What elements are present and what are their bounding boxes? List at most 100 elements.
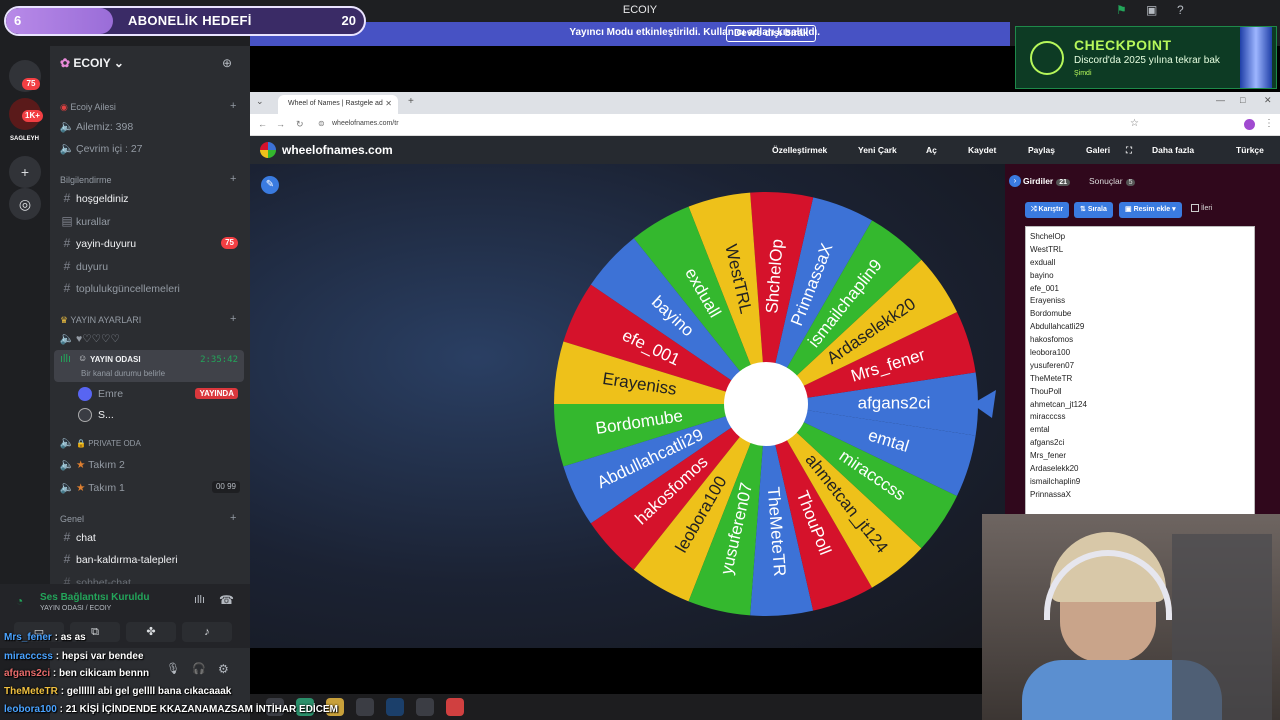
site-brand[interactable]: wheelofnames.com bbox=[282, 143, 393, 157]
set-channel-status[interactable]: Bir kanal durumu belirle bbox=[81, 369, 165, 378]
wheel[interactable]: afgans2ciMrs_fenerArdaselekk20ismailchap… bbox=[546, 184, 996, 624]
category-yayin-ayarlari[interactable]: ♛ YAYIN AYARLARI bbox=[60, 315, 141, 326]
unread-badge: 75 bbox=[221, 237, 238, 249]
help-icon[interactable]: ? bbox=[1177, 3, 1184, 17]
add-member-icon[interactable]: ⊕ bbox=[222, 56, 232, 70]
sponsor-cta[interactable]: Şimdi bbox=[1074, 70, 1092, 77]
nav-share[interactable]: Paylaş bbox=[1028, 145, 1055, 155]
shuffle-button[interactable]: ⤮ Karıştır bbox=[1025, 202, 1070, 218]
entry-line: WestTRL bbox=[1030, 244, 1064, 254]
profile-avatar[interactable] bbox=[1244, 119, 1255, 130]
sort-button[interactable]: ⇅ Sırala bbox=[1074, 202, 1113, 218]
voice-member[interactable]: S... bbox=[78, 405, 244, 425]
nav-open[interactable]: Aç bbox=[926, 145, 937, 155]
disable-streamer-mode-button[interactable]: Devre dışı bırak bbox=[726, 25, 817, 42]
category-bilgilendirme[interactable]: Bilgilendirme bbox=[60, 175, 112, 185]
entry-line: miracccss bbox=[1030, 412, 1066, 422]
bookmark-star-icon[interactable]: ☆ bbox=[1130, 118, 1139, 129]
webcam-feed bbox=[982, 514, 1280, 720]
entry-line: leobora100 bbox=[1030, 348, 1071, 358]
new-tab-icon[interactable]: + bbox=[408, 96, 414, 107]
channel-label: hoşgeldiniz bbox=[76, 193, 129, 205]
channel-yayin-duyuru[interactable]: # yayin-duyuru 75 bbox=[58, 233, 246, 253]
chat-text: : as as bbox=[54, 632, 86, 643]
edit-pencil-icon[interactable]: ✎ bbox=[261, 176, 279, 194]
add-server-icon[interactable]: + bbox=[9, 156, 41, 188]
noise-suppression-icon[interactable]: ıllı bbox=[194, 594, 205, 606]
medal-icon: ★ bbox=[76, 482, 89, 494]
channel-chat[interactable]: # chat bbox=[58, 527, 246, 547]
voice-channel-hearts[interactable]: 🔈 ♥♡♡♡♡ bbox=[58, 328, 246, 348]
stat-channel-online[interactable]: 🔈 Çevrim içi : 27 bbox=[58, 138, 246, 158]
voice-channel-yayin-odasi[interactable]: ıllı ☺ YAYIN ODASI 2:35:42 Bir kanal dur… bbox=[54, 350, 244, 382]
add-channel-icon[interactable]: + bbox=[230, 512, 236, 524]
tab-menu-icon[interactable]: ⌄ bbox=[256, 96, 264, 107]
channel-duyuru[interactable]: # duyuru bbox=[58, 256, 246, 276]
voice-member[interactable]: Emre YAYINDA bbox=[78, 384, 244, 404]
close-tab-icon[interactable]: ✕ bbox=[385, 99, 392, 108]
entry-line: yusuferen07 bbox=[1030, 360, 1075, 370]
crown-icon: ♛ bbox=[60, 315, 71, 325]
category-genel[interactable]: Genel bbox=[60, 514, 84, 524]
sponsor-title: CHECKPOINT bbox=[1074, 37, 1172, 53]
inbox-icon[interactable]: ▣ bbox=[1146, 3, 1157, 17]
speaker-icon: 🔈 bbox=[59, 141, 75, 155]
channel-kurallar[interactable]: ▤ kurallar bbox=[58, 211, 246, 231]
voice-wave-icon: ıllı bbox=[60, 353, 71, 365]
obs-taskbar-icon[interactable] bbox=[356, 698, 374, 716]
tab-label: Sonuçlar bbox=[1089, 176, 1123, 186]
collapse-panel-icon[interactable]: › bbox=[1009, 175, 1021, 187]
nav-gallery[interactable]: Galeri bbox=[1086, 145, 1110, 155]
maximize-icon[interactable]: □ bbox=[1240, 95, 1245, 105]
voice-channel-private[interactable]: 🔈 🔒 PRIVATE ODA bbox=[58, 432, 246, 452]
nav-new-wheel[interactable]: Yeni Çark bbox=[858, 145, 897, 155]
browser-tab[interactable]: Wheel of Names | Rastgele ad ✕ bbox=[278, 95, 398, 114]
discover-icon[interactable]: ◎ bbox=[9, 188, 41, 220]
nav-more[interactable]: Daha fazla bbox=[1152, 145, 1194, 155]
chrome-taskbar-icon[interactable] bbox=[446, 698, 464, 716]
site-info-icon[interactable]: ⊜ bbox=[318, 119, 325, 128]
category-label: Bilgilendirme bbox=[60, 175, 112, 185]
disconnect-icon[interactable]: ☎ bbox=[219, 593, 234, 607]
results-count: 5 bbox=[1125, 179, 1136, 186]
wheel-center-spin-button[interactable] bbox=[724, 362, 808, 446]
nav-save[interactable]: Kaydet bbox=[968, 145, 996, 155]
back-icon[interactable]: ← bbox=[258, 119, 267, 129]
tab-results[interactable]: Sonuçlar 5 bbox=[1089, 176, 1136, 186]
minimize-icon[interactable]: — bbox=[1216, 95, 1225, 105]
nav-language[interactable]: Türkçe bbox=[1236, 145, 1264, 155]
server-label[interactable]: SAGLEYH bbox=[10, 136, 39, 142]
add-channel-icon[interactable]: + bbox=[230, 173, 236, 185]
voice-channel-takim-2[interactable]: 🔈 ★ Takım 2 bbox=[58, 454, 246, 474]
chat-message: leobora100 : 21 KİŞİ İÇİNDENDE KKAZANAMA… bbox=[4, 704, 338, 715]
close-window-icon[interactable]: ✕ bbox=[1264, 95, 1272, 106]
reload-icon[interactable]: ↻ bbox=[296, 119, 304, 130]
entries-textarea[interactable]: ShchelOp WestTRL exduall bayino efe_001 Eraye… bbox=[1025, 226, 1255, 516]
steam-taskbar-icon[interactable] bbox=[386, 698, 404, 716]
forward-icon[interactable]: → bbox=[276, 119, 285, 129]
app-taskbar-icon[interactable] bbox=[416, 698, 434, 716]
url-field[interactable]: wheelofnames.com/tr bbox=[332, 120, 399, 127]
add-image-button[interactable]: ▣ Resim ekle ▾ bbox=[1119, 202, 1182, 218]
add-channel-icon[interactable]: + bbox=[230, 313, 236, 325]
speaker-icon: 🔈 bbox=[59, 480, 75, 494]
stat-channel-members[interactable]: 🔈 Ailemiz: 398 bbox=[58, 116, 246, 136]
shuffle-label: Karıştır bbox=[1038, 206, 1064, 213]
add-channel-icon[interactable]: + bbox=[230, 100, 236, 112]
server-name[interactable]: ✿ ECOIY ⌄ bbox=[60, 56, 124, 70]
entry-line: ShchelOp bbox=[1030, 232, 1066, 241]
channel-ban-kaldirma-talepleri[interactable]: # ban-kaldırma-talepleri bbox=[58, 549, 246, 569]
channel-toplulukguncellemeleri[interactable]: # toplulukgüncellemeleri bbox=[58, 278, 246, 298]
live-badge: YAYINDA bbox=[195, 388, 238, 399]
tab-entries[interactable]: Girdiler 21 bbox=[1023, 176, 1071, 186]
channel-hosgeldiniz[interactable]: # hoşgeldiniz bbox=[58, 188, 246, 208]
fullscreen-icon[interactable]: ⛶ bbox=[1126, 145, 1132, 156]
voice-channel-takim-1[interactable]: 🔈 ★ Takım 1 00 99 bbox=[58, 477, 246, 497]
category-ecoiy-ailesi[interactable]: ◉ Ecoiy Ailesi bbox=[60, 102, 116, 113]
browser-menu-icon[interactable]: ⋮ bbox=[1264, 118, 1274, 129]
sponsor-banner[interactable]: CHECKPOINT Discord'da 2025 yılına tekrar… bbox=[1015, 26, 1277, 89]
flag-icon[interactable]: ⚑ bbox=[1116, 3, 1127, 17]
nav-customize[interactable]: Özelleştirmek bbox=[772, 145, 827, 155]
advanced-checkbox[interactable]: İleri bbox=[1191, 204, 1212, 212]
voice-connected-status[interactable]: Ses Bağlantısı Kuruldu bbox=[40, 592, 149, 603]
